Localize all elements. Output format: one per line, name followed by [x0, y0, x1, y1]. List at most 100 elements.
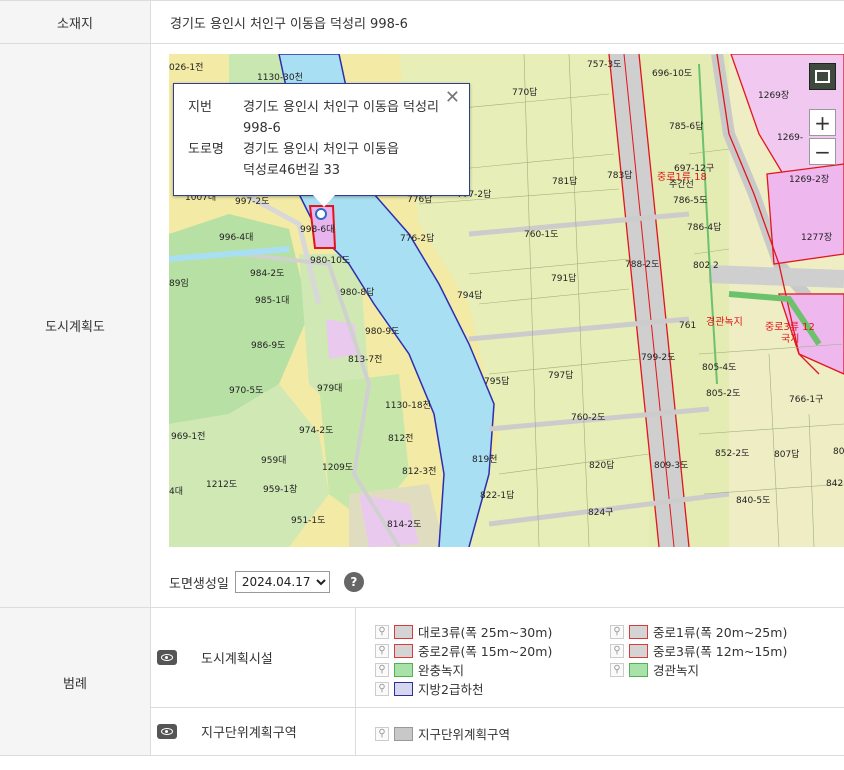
legend-item-label: 중로1류(폭 20m~25m) — [653, 625, 788, 640]
location-value: 경기도 용인시 처인구 이동읍 덕성리 998-6 — [170, 16, 408, 32]
legend-swatch — [394, 662, 413, 677]
parcel-label: 788-2도 — [625, 260, 659, 270]
legend-item: ⚲ 중로2류(폭 15m~20m) — [375, 641, 552, 660]
parcel-label: 89임 — [169, 277, 189, 289]
legend-row-2: 지구단위계획구역 ⚲ 지구단위계획구역 — [0, 708, 844, 756]
legend-item-label: 지구단위계획구역 — [418, 727, 511, 742]
pin-icon[interactable]: ⚲ — [610, 624, 624, 639]
parcel-label: 1269장 — [758, 90, 789, 101]
popup-road-line1: 경기도 용인시 처인구 이동읍 — [243, 142, 399, 157]
eye-cell — [151, 708, 183, 755]
parcel-label: 959-1창 — [263, 484, 297, 495]
parcel-label: 794답 — [457, 289, 482, 301]
plan-value-cell: 026-1전 1130-30천 757-3도 696-10도 770답 1269… — [151, 44, 844, 607]
parcel-label: 757-3도 — [587, 60, 621, 70]
eye-cell — [151, 608, 183, 707]
parcel-label: 986-9도 — [251, 341, 285, 351]
legend-group-name: 지구단위계획구역 — [183, 708, 356, 755]
zone-label: 경관녹지 — [706, 315, 743, 328]
parcel-label: 980-8답 — [340, 286, 374, 298]
location-label: 소재지 — [0, 1, 151, 43]
location-value-cell: 경기도 용인시 처인구 이동읍 덕성리 998-6 — [151, 1, 844, 43]
legend-item-label: 대로3류(폭 25m~30m) — [418, 625, 553, 640]
legend-item: ⚲ 대로3류(폭 25m~30m) — [375, 622, 552, 641]
legend-item: ⚲ 중로1류(폭 20m~25m) — [610, 622, 787, 641]
parcel-label: 1269- — [777, 133, 803, 143]
parcel-label: 1269-2장 — [789, 174, 829, 185]
zone-label: 국지 — [781, 333, 799, 345]
parcel-label: 812전 — [388, 433, 413, 444]
legend-swatch — [394, 643, 413, 658]
parcel-label: 984-2도 — [250, 269, 284, 279]
parcel-label: 1209도 — [322, 463, 353, 473]
parcel-label: 822-1답 — [480, 489, 514, 501]
parcel-label: 795답 — [484, 375, 509, 387]
pin-icon[interactable]: ⚲ — [375, 662, 389, 677]
parcel-label: 970-5도 — [229, 386, 263, 396]
parcel-label: 959대 — [261, 455, 286, 466]
fullscreen-button[interactable] — [809, 63, 836, 90]
parcel-label: 852-2도 — [715, 449, 749, 459]
parcel-label: 799-2도 — [641, 353, 675, 363]
parcel-label: 781답 — [552, 175, 577, 187]
legend-items: ⚲ 대로3류(폭 25m~30m) ⚲ 중로1류(폭 20m~25m) ⚲ 중로… — [356, 608, 844, 707]
legend-swatch — [629, 624, 648, 639]
legend-item-label: 완충녹지 — [418, 663, 465, 678]
parcel-label: 996-4대 — [219, 232, 253, 243]
legend-item-label: 경관녹지 — [653, 663, 700, 678]
parcel-label: 985-1대 — [255, 295, 289, 306]
eye-icon[interactable] — [157, 650, 177, 665]
parcel-label: 791답 — [551, 272, 576, 284]
parcel-label: 840-5도 — [736, 496, 770, 506]
zone-label: 중로1류 18 — [657, 171, 707, 183]
parcel-label: 980-10도 — [310, 256, 350, 266]
legend-group-name: 도시계획시설 — [183, 608, 356, 707]
pin-icon[interactable]: ⚲ — [610, 643, 624, 658]
parcel-label: 998-6대 — [300, 224, 334, 235]
pin-icon[interactable]: ⚲ — [375, 624, 389, 639]
legend-group: 도시계획시설 ⚲ 대로3류(폭 25m~30m) ⚲ 중로1류(폭 20m~25… — [151, 608, 844, 708]
legend-swatch — [629, 662, 648, 677]
legend-item-label: 중로2류(폭 15m~20m) — [418, 644, 553, 659]
legend-item: ⚲ 지방2급하천 — [375, 679, 483, 698]
parcel-label: 979대 — [317, 383, 342, 394]
pin-icon[interactable]: ⚲ — [375, 726, 389, 741]
parcel-label: 974-2도 — [299, 426, 333, 436]
parcel-label: 812-3전 — [402, 466, 436, 477]
pin-icon[interactable]: ⚲ — [375, 643, 389, 658]
popup-jibun-label: 지번 — [188, 100, 212, 115]
parcel-label: 80 — [833, 447, 844, 457]
plan-label: 도시계획도 — [0, 44, 151, 607]
popup-tail — [313, 195, 335, 207]
parcel-label: 770답 — [512, 86, 537, 98]
parcel-label: 842 — [826, 479, 843, 489]
parcel-label: 760-1도 — [524, 230, 558, 240]
pin-icon[interactable]: ⚲ — [375, 681, 389, 696]
parcel-label: 1130-30천 — [257, 72, 303, 83]
legend-item: ⚲ 경관녹지 — [610, 660, 699, 679]
parcel-label: 4대 — [169, 486, 183, 497]
popup-road-value: 경기도 용인시 처인구 이동읍 덕성로46번길 33 — [243, 139, 455, 181]
parcel-label: 797답 — [548, 369, 573, 381]
city-plan-map[interactable]: 026-1전 1130-30천 757-3도 696-10도 770답 1269… — [169, 54, 844, 547]
legend-item: ⚲ 완충녹지 — [375, 660, 464, 679]
help-icon[interactable]: ? — [343, 572, 364, 592]
pin-icon[interactable]: ⚲ — [610, 662, 624, 677]
parcel-label: 786-5도 — [673, 196, 707, 206]
date-select[interactable]: 2024.04.17 — [234, 571, 330, 593]
legend-items: ⚲ 지구단위계획구역 — [356, 708, 844, 755]
zoom-in-button[interactable]: + — [809, 109, 836, 136]
zone-label: 중로3류 12 — [765, 321, 815, 333]
parcel-label: 807답 — [774, 448, 799, 460]
fullscreen-icon — [815, 70, 830, 83]
parcel-label: 1212도 — [206, 480, 237, 490]
legend-item: ⚲ 중로3류(폭 12m~15m) — [610, 641, 787, 660]
parcel-label: 1277장 — [801, 232, 832, 243]
eye-icon[interactable] — [157, 724, 177, 739]
close-icon[interactable]: ✕ — [445, 89, 460, 107]
zoom-out-button[interactable]: − — [809, 138, 836, 165]
parcel-label: 696-10도 — [652, 69, 692, 79]
legend-group: 지구단위계획구역 ⚲ 지구단위계획구역 — [151, 708, 844, 755]
legend-item-label: 중로3류(폭 12m~15m) — [653, 644, 788, 659]
parcel-label: 026-1전 — [169, 62, 203, 73]
